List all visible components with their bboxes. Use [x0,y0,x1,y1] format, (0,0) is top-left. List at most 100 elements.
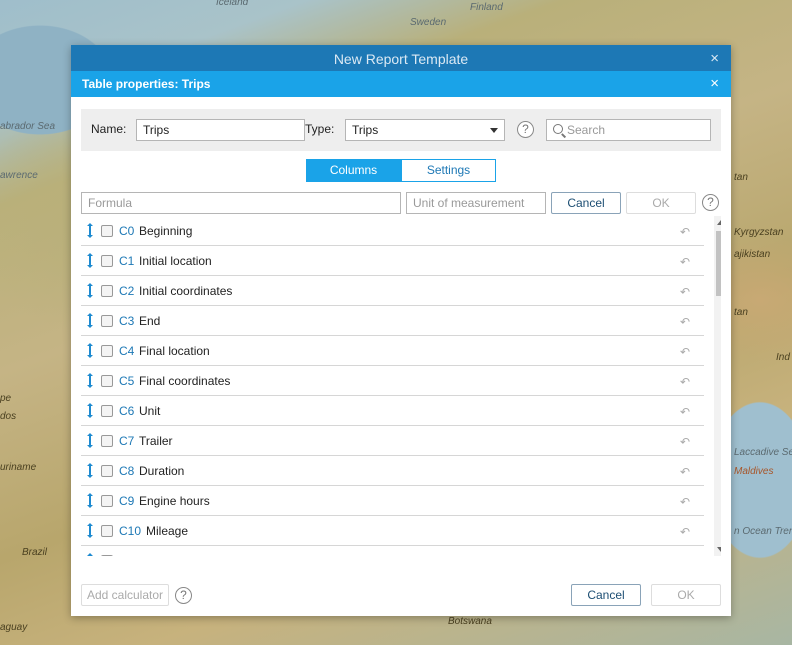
name-input[interactable]: Trips [136,119,305,141]
reset-icon[interactable]: ↶ [680,255,690,269]
column-checkbox[interactable] [101,285,113,297]
drag-handle-icon[interactable] [86,252,94,269]
drag-handle-icon[interactable] [86,462,94,479]
map-label: uriname [0,462,37,473]
column-row[interactable]: C2 Initial coordinates ↶ [81,276,704,306]
map-label: Kyrgyzstan [734,227,784,238]
map-label: abrador Sea [0,121,56,132]
columns-list: C11 Mileage (adjusted) ↶ C10 Mileage ↶ C9 Engin… [81,216,721,556]
map-label: tan [734,172,748,183]
map-label: pe [0,393,12,404]
reset-icon[interactable]: ↶ [680,315,690,329]
help-icon[interactable]: ? [517,121,534,138]
formula-input[interactable]: Formula [81,192,401,214]
type-label: Type: [305,122,335,136]
column-code: C4 [119,344,135,358]
report-template-dialog: New Report Template × Table properties: … [71,45,731,616]
drag-handle-icon[interactable] [86,312,94,329]
scroll-down-icon[interactable] [717,547,721,552]
column-checkbox[interactable] [101,555,113,556]
cancel-button[interactable]: Cancel [571,584,641,606]
drag-handle-icon[interactable] [86,342,94,359]
column-row[interactable]: C11 Mileage (adjusted) ↶ [81,546,704,556]
map-label: awrence [0,170,38,181]
drag-handle-icon[interactable] [86,372,94,389]
column-checkbox[interactable] [101,315,113,327]
column-checkbox[interactable] [101,495,113,507]
drag-handle-icon[interactable] [86,402,94,419]
column-checkbox[interactable] [101,405,113,417]
column-name: Mileage (adjusted) [145,554,244,556]
tab-settings[interactable]: Settings [401,159,496,182]
formula-ok-button[interactable]: OK [626,192,696,214]
formula-cancel-button[interactable]: Cancel [551,192,621,214]
reset-icon[interactable]: ↶ [680,555,690,556]
column-code: C1 [119,254,135,268]
column-row[interactable]: C0 Beginning ↶ [81,216,704,246]
column-row[interactable]: C8 Duration ↶ [81,456,704,486]
drag-handle-icon[interactable] [86,282,94,299]
column-row[interactable]: C6 Unit ↶ [81,396,704,426]
scroll-thumb[interactable] [716,231,721,296]
column-checkbox[interactable] [101,375,113,387]
column-code: C9 [119,494,135,508]
help-icon[interactable]: ? [175,587,192,604]
reset-icon[interactable]: ↶ [680,375,690,389]
map-label: Brazil [22,547,48,558]
reset-icon[interactable]: ↶ [680,525,690,539]
column-code: C11 [119,554,140,556]
reset-icon[interactable]: ↶ [680,225,690,239]
drag-handle-icon[interactable] [86,222,94,239]
column-row[interactable]: C9 Engine hours ↶ [81,486,704,516]
add-calculator-button[interactable]: Add calculator [81,584,169,606]
reset-icon[interactable]: ↶ [680,495,690,509]
map-label: Ind [776,352,790,363]
column-checkbox[interactable] [101,525,113,537]
drag-handle-icon[interactable] [86,432,94,449]
help-icon[interactable]: ? [702,194,719,211]
map-label: Laccadive Se [734,447,792,458]
column-code: C6 [119,404,135,418]
close-icon[interactable]: × [710,71,719,97]
ok-button[interactable]: OK [651,584,721,606]
column-name: Mileage [146,524,189,538]
drag-handle-icon[interactable] [86,552,94,556]
drag-handle-icon[interactable] [86,492,94,509]
unit-of-measurement-input[interactable]: Unit of measurement [406,192,546,214]
type-select-value: Trips [352,123,379,137]
column-code: C0 [119,224,135,238]
close-icon[interactable]: × [710,45,719,73]
name-label: Name: [91,122,127,136]
column-row[interactable]: C10 Mileage ↶ [81,516,704,546]
search-placeholder: Search [567,123,606,137]
column-code: C8 [119,464,135,478]
column-checkbox[interactable] [101,255,113,267]
map-label: tan [734,307,748,318]
column-checkbox[interactable] [101,225,113,237]
reset-icon[interactable]: ↶ [680,345,690,359]
column-row[interactable]: C1 Initial location ↶ [81,246,704,276]
column-row[interactable]: C5 Final coordinates ↶ [81,366,704,396]
reset-icon[interactable]: ↶ [680,405,690,419]
column-row[interactable]: C7 Trailer ↶ [81,426,704,456]
reset-icon[interactable]: ↶ [680,435,690,449]
reset-icon[interactable]: ↶ [680,465,690,479]
column-name: Final coordinates [139,374,231,388]
table-settings-bar: Name: Trips Type: Trips ? Search [81,109,721,151]
column-row[interactable]: C3 End ↶ [81,306,704,336]
reset-icon[interactable]: ↶ [680,285,690,299]
column-checkbox[interactable] [101,435,113,447]
report-template-header: New Report Template × [71,45,731,71]
column-row[interactable]: C4 Final location ↶ [81,336,704,366]
list-scrollbar[interactable] [714,216,721,556]
tab-columns[interactable]: Columns [306,159,401,182]
column-checkbox[interactable] [101,345,113,357]
type-select[interactable]: Trips [345,119,505,141]
column-code: C7 [119,434,135,448]
scroll-up-icon[interactable] [717,220,721,225]
search-input[interactable]: Search [546,119,711,141]
column-checkbox[interactable] [101,465,113,477]
drag-handle-icon[interactable] [86,522,94,539]
column-name: Trailer [139,434,173,448]
search-icon [553,124,563,134]
